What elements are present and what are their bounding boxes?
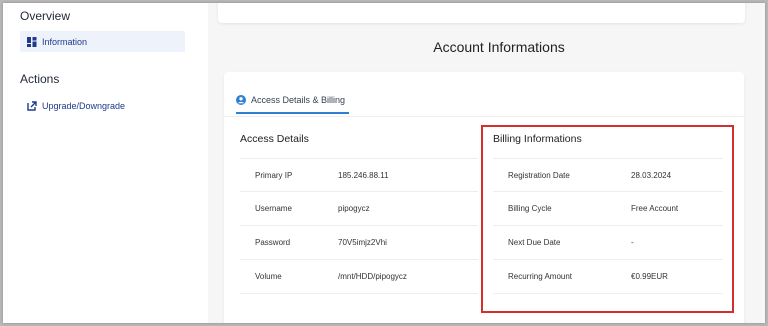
access-details-title: Access Details [240,133,309,145]
page-title: Account Informations [433,39,565,55]
tab-divider [224,116,744,117]
access-row-volume: Volume /mnt/HDD/pipogycz [240,260,478,294]
tab-label: Access Details & Billing [251,95,346,105]
actions-heading: Actions [20,72,60,86]
row-label: Username [255,204,292,213]
tab-access-details-billing[interactable]: Access Details & Billing [236,88,349,114]
access-row-username: Username pipogycz [240,192,478,226]
overview-heading: Overview [20,9,71,23]
row-value: 70V5imjz2Vhi [338,238,387,247]
sidebar-item-upgrade-downgrade[interactable]: Upgrade/Downgrade [20,95,185,116]
row-label: Primary IP [255,170,293,180]
sidebar-item-label: Upgrade/Downgrade [42,100,126,111]
access-row-primary-ip: Primary IP 185.246.88.11 [240,158,478,192]
top-panel [218,3,745,23]
app-window: Overview Information Actions Upgrade/Dow… [3,3,765,323]
sidebar-item-label: Information [42,36,88,47]
sidebar-item-information[interactable]: Information [20,31,185,52]
dashboard-grid-icon [27,36,37,47]
access-row-password: Password 70V5imjz2Vhi [240,226,478,260]
sidebar: Overview Information Actions Upgrade/Dow… [3,3,208,323]
row-value: pipogycz [338,204,370,213]
account-circle-icon [236,95,246,105]
row-label: Volume [255,272,282,281]
billing-highlight-box [481,125,734,313]
row-label: Password [255,238,291,247]
external-link-icon [27,100,37,111]
row-value: 185.246.88.11 [338,170,389,180]
row-value: /mnt/HDD/pipogycz [338,272,407,281]
